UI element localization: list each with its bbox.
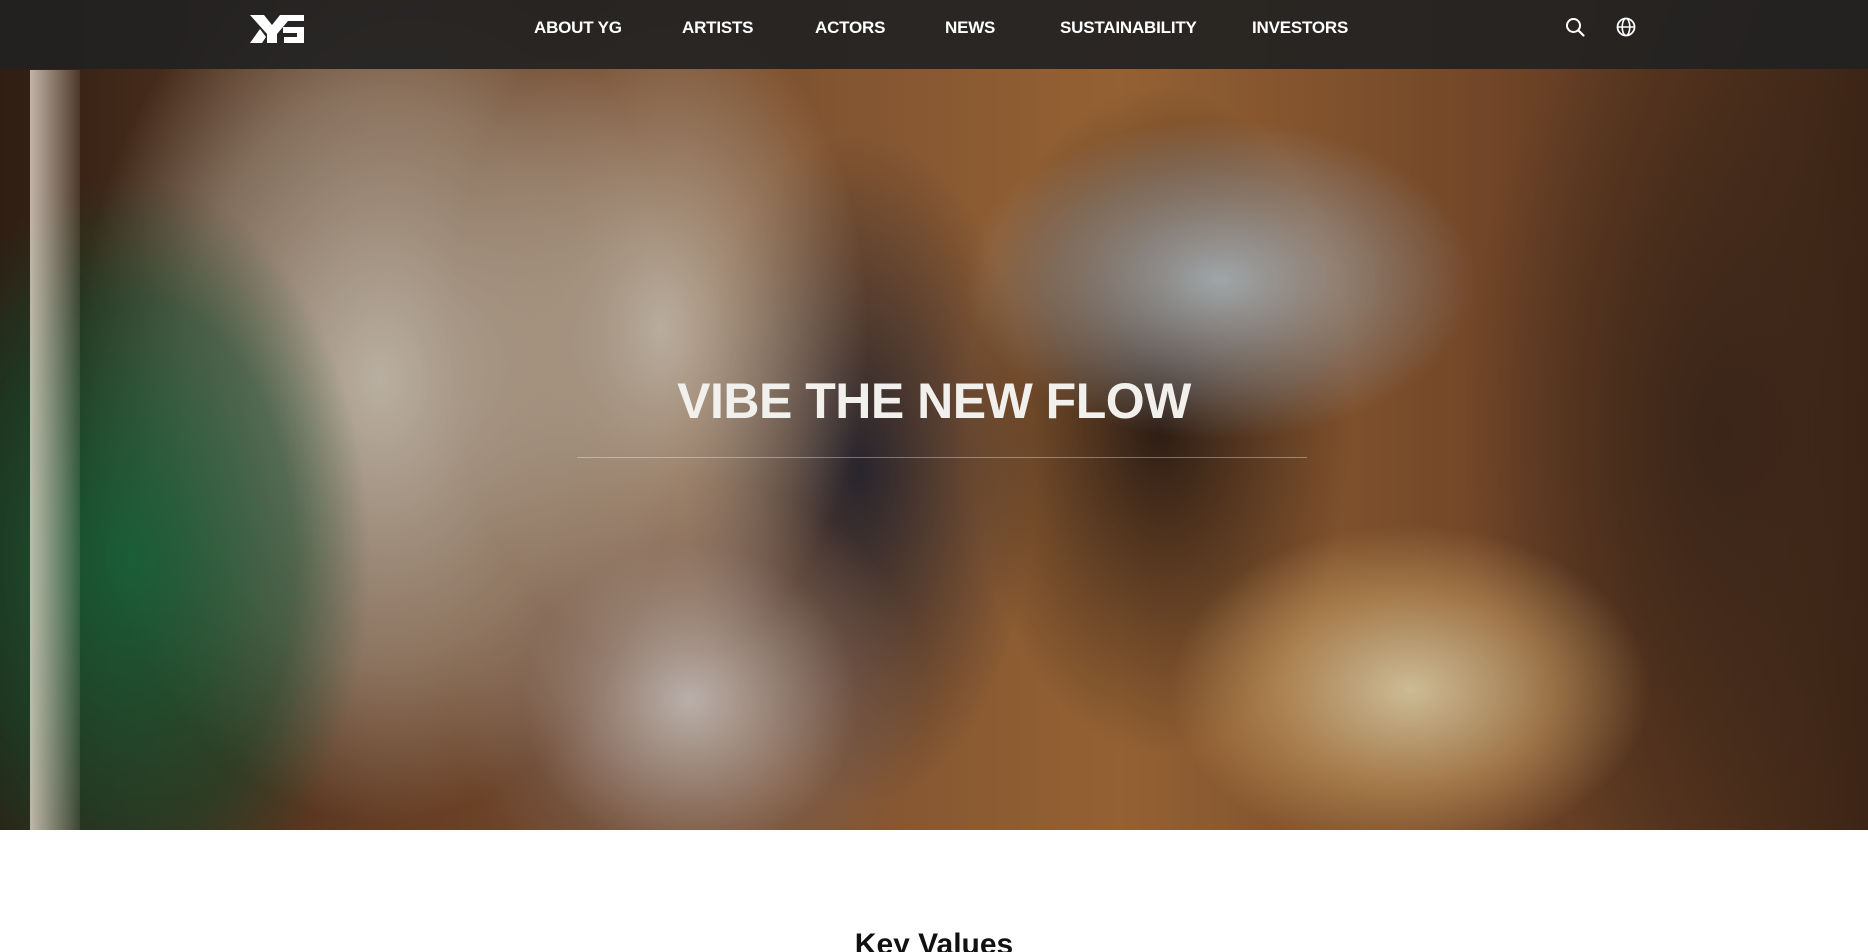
key-values-heading: Key Values <box>854 928 1014 952</box>
top-navigation-bar: ABOUT YG ARTISTS ACTORS NEWS SUSTAINABIL… <box>0 0 1868 69</box>
search-icon[interactable] <box>1564 16 1586 38</box>
nav-item-about-yg[interactable]: ABOUT YG <box>534 18 622 38</box>
hero-headline: VIBE THE NEW FLOW <box>677 373 1191 429</box>
globe-icon[interactable] <box>1615 16 1637 38</box>
hero-image-detail <box>30 70 80 830</box>
yg-logo-icon[interactable] <box>250 15 304 43</box>
hero-banner: VIBE THE NEW FLOW <box>0 0 1868 830</box>
nav-item-actors[interactable]: ACTORS <box>815 18 885 38</box>
nav-item-investors[interactable]: INVESTORS <box>1252 18 1348 38</box>
nav-item-sustainability[interactable]: SUSTAINABILITY <box>1060 18 1197 38</box>
nav-item-artists[interactable]: ARTISTS <box>682 18 754 38</box>
nav-item-news[interactable]: NEWS <box>945 18 995 38</box>
main-content: Key Values <box>0 830 1868 952</box>
hero-divider <box>577 457 1307 458</box>
